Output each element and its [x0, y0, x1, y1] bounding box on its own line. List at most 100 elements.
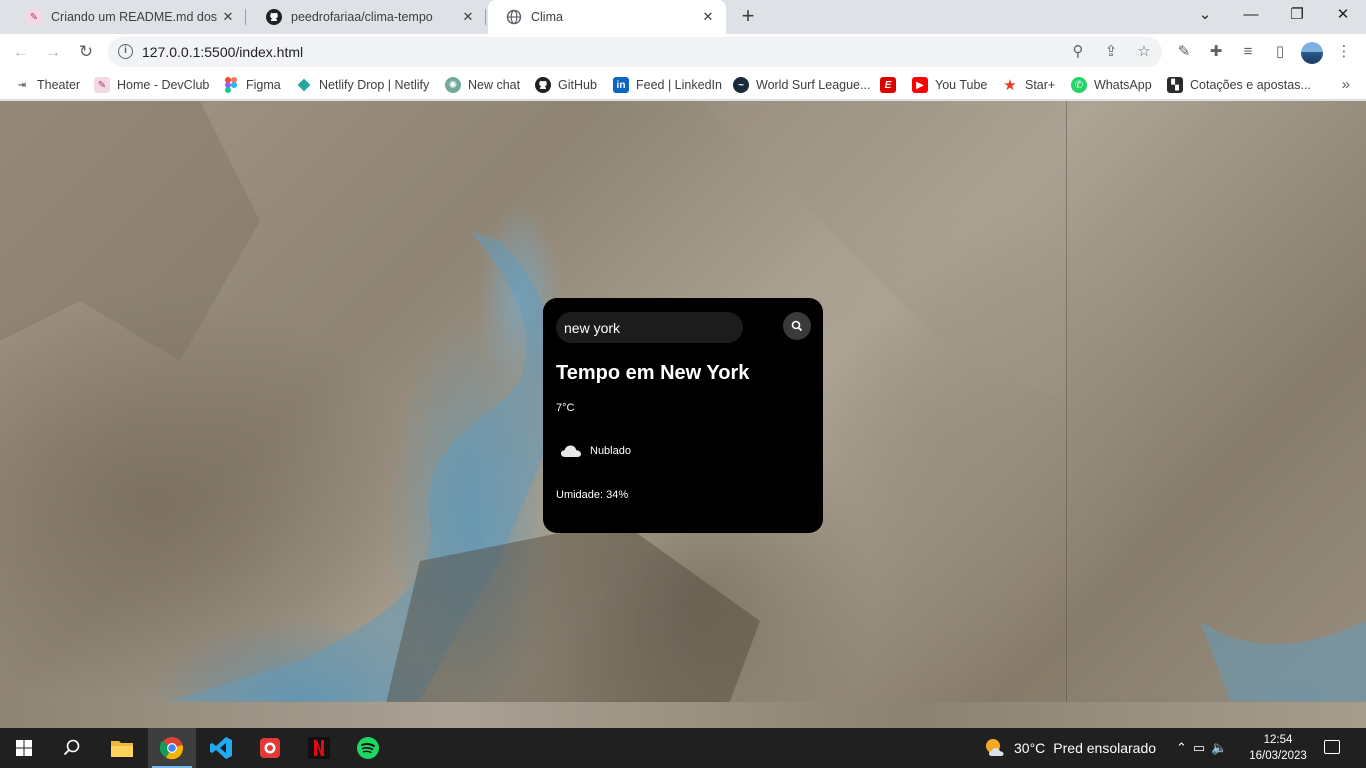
github-icon: [266, 9, 282, 25]
windows-icon: [16, 740, 32, 756]
new-tab-button[interactable]: +: [736, 4, 760, 28]
bookmark-wsl[interactable]: ~ World Surf League...: [733, 76, 870, 94]
chevron-up-icon[interactable]: ⌃: [1176, 740, 1193, 755]
windows-taskbar: 30°C Pred ensolarado ⌃▭🔈 12:54 16/03/202…: [0, 728, 1366, 768]
battery-icon[interactable]: ▭: [1193, 740, 1211, 755]
search-icon: [791, 320, 803, 332]
side-panel-icon[interactable]: ▯: [1270, 42, 1290, 62]
bookmark-label: Star+: [1025, 78, 1056, 92]
media-control-icon[interactable]: ≡: [1238, 42, 1258, 62]
bookmark-label: Feed | LinkedIn: [636, 78, 722, 92]
site-info-icon[interactable]: i: [118, 44, 133, 59]
tab-title: Criando um README.md dos pro: [51, 10, 220, 24]
taskbar-screen-recorder[interactable]: [246, 728, 294, 768]
bookmark-label: New chat: [468, 78, 521, 92]
taskbar-file-explorer[interactable]: [98, 728, 146, 768]
address-bar[interactable]: i 127.0.0.1:5500/index.html ⚲ ⇪ ☆: [108, 37, 1162, 67]
taskbar-weather-temp: 30°C: [1014, 740, 1046, 756]
devclub-icon: ✎: [94, 77, 110, 93]
spotify-icon: [357, 737, 379, 759]
zoom-icon[interactable]: ⚲: [1068, 42, 1088, 62]
bookmarks-bar: ⇥ Theater ✎ Home - DevClub Figma Netlify…: [0, 70, 1366, 100]
tab-clima[interactable]: Clima ✕: [488, 0, 726, 34]
tab-readme[interactable]: ✎ Criando um README.md dos pro ✕: [8, 0, 246, 34]
tab-github[interactable]: peedrofariaa/clima-tempo ✕: [248, 0, 486, 34]
minimize-button[interactable]: —: [1228, 0, 1274, 30]
bookmark-youtube[interactable]: ▶ You Tube: [912, 76, 987, 94]
close-tab-icon[interactable]: ✕: [460, 9, 476, 25]
bookmark-label: WhatsApp: [1094, 78, 1152, 92]
clock-date: 16/03/2023: [1249, 750, 1307, 762]
bookmark-new-chat[interactable]: ✺ New chat: [445, 76, 520, 94]
partly-sunny-icon: [986, 739, 1004, 756]
notification-center-icon[interactable]: [1324, 740, 1340, 754]
start-button[interactable]: [0, 728, 48, 768]
background-band: [0, 702, 1366, 728]
back-button[interactable]: ←: [8, 39, 34, 65]
menu-kebab-icon[interactable]: ⋮: [1334, 42, 1354, 62]
bookmark-devclub[interactable]: ✎ Home - DevClub: [94, 76, 209, 94]
wsl-icon: ~: [733, 77, 749, 93]
bet-icon: ▚: [1167, 77, 1183, 93]
close-tab-icon[interactable]: ✕: [220, 9, 236, 25]
espn-icon: E: [880, 77, 896, 93]
taskbar-vscode[interactable]: [197, 728, 245, 768]
bookmark-label: Cotações e apostas...: [1190, 78, 1311, 92]
background-seam: [1066, 101, 1067, 702]
tab-title: Clima: [531, 10, 563, 24]
weather-description-row: Nublado: [560, 443, 631, 459]
close-window-button[interactable]: ✕: [1320, 0, 1366, 30]
bookmark-cotacoes[interactable]: ▚ Cotações e apostas...: [1167, 76, 1311, 94]
bookmark-github[interactable]: GitHub: [535, 76, 597, 94]
youtube-icon: ▶: [912, 77, 928, 93]
taskbar-search-button[interactable]: [48, 728, 96, 768]
weather-description: Nublado: [590, 445, 631, 457]
extensions-icon[interactable]: ✚: [1206, 42, 1226, 62]
browser-toolbar: ← → ↻ i 127.0.0.1:5500/index.html ⚲ ⇪ ☆ …: [0, 34, 1366, 70]
taskbar-weather-widget[interactable]: 30°C Pred ensolarado: [984, 738, 1156, 758]
folder-icon: [111, 741, 133, 757]
bookmark-label: Home - DevClub: [117, 78, 210, 92]
bookmark-espn[interactable]: E: [880, 76, 903, 94]
bookmark-whatsapp[interactable]: ✆ WhatsApp: [1071, 76, 1152, 94]
linkedin-icon: in: [613, 77, 629, 93]
taskbar-spotify[interactable]: [344, 728, 392, 768]
reload-button[interactable]: ↻: [73, 39, 99, 65]
taskbar-clock[interactable]: 12:54 16/03/2023: [1248, 732, 1308, 764]
humidity: Umidade: 34%: [556, 489, 629, 501]
chrome-icon: [160, 737, 184, 760]
tab-title: peedrofariaa/clima-tempo: [291, 10, 433, 24]
temperature: 7°C: [556, 402, 575, 414]
taskbar-netflix[interactable]: [295, 728, 343, 768]
bookmark-label: Figma: [246, 78, 281, 92]
restore-button[interactable]: ❐: [1274, 0, 1320, 30]
share-icon[interactable]: ⇪: [1101, 42, 1121, 62]
search-button[interactable]: [783, 312, 811, 340]
bookmark-netlify[interactable]: Netlify Drop | Netlify: [296, 76, 429, 94]
bookmark-label: Theater: [37, 78, 81, 92]
more-bookmarks-chevron-icon[interactable]: »: [1342, 76, 1350, 93]
profile-avatar[interactable]: [1301, 42, 1323, 64]
openai-icon: ✺: [445, 77, 461, 93]
bookmark-figma[interactable]: Figma: [223, 76, 281, 94]
city-search-input[interactable]: [556, 312, 743, 343]
system-tray[interactable]: ⌃▭🔈: [1176, 740, 1233, 756]
recorder-icon: [260, 738, 280, 758]
tab-search-chevron-icon[interactable]: ⌄: [1182, 0, 1228, 30]
figma-icon: [223, 77, 239, 93]
forward-button[interactable]: →: [40, 39, 66, 65]
bookmark-star-plus[interactable]: ★ Star+: [1002, 76, 1055, 94]
taskbar-chrome[interactable]: [148, 728, 196, 768]
whatsapp-icon: ✆: [1071, 77, 1087, 93]
bookmark-linkedin[interactable]: in Feed | LinkedIn: [613, 76, 722, 94]
page-background: Tempo em New York 7°C Nublado Umidade: 3…: [0, 101, 1366, 728]
bookmark-label: Netlify Drop | Netlify: [319, 78, 430, 92]
close-tab-icon[interactable]: ✕: [700, 9, 716, 25]
eyedropper-icon[interactable]: ✎: [1174, 42, 1194, 62]
volume-icon[interactable]: 🔈: [1211, 740, 1233, 755]
netlify-icon: [296, 77, 312, 93]
bookmark-theater[interactable]: ⇥ Theater: [14, 76, 80, 94]
bookmark-star-icon[interactable]: ☆: [1134, 42, 1154, 62]
readme-favicon-icon: ✎: [26, 9, 42, 25]
netflix-icon: [308, 737, 330, 759]
